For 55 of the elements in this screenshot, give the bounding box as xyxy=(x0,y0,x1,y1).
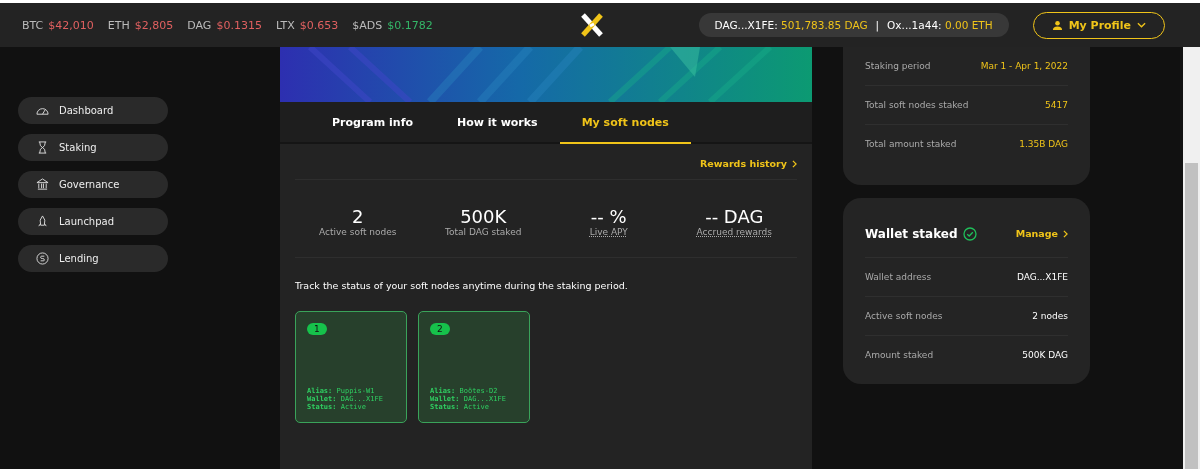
manage-link[interactable]: Manage xyxy=(1015,228,1068,239)
row-label: Total soft nodes staked xyxy=(865,100,969,110)
stat-value: -- DAG xyxy=(705,206,764,227)
stat-value: 500K xyxy=(460,206,507,227)
sidebar-item[interactable]: Governance xyxy=(18,171,168,198)
stat-label: Live APY xyxy=(589,227,628,237)
chevron-down-icon xyxy=(1137,22,1146,28)
row-label: Active soft nodes xyxy=(865,311,943,321)
ticker-symbol: DAG xyxy=(187,18,212,32)
ticker-price: $0.1315 xyxy=(216,18,262,32)
row-label: Staking period xyxy=(865,61,931,71)
ticker-symbol: $ADS xyxy=(352,18,383,32)
chevron-right-icon xyxy=(1063,229,1068,238)
coin-icon xyxy=(36,252,49,265)
row-value: 500K DAG xyxy=(1022,350,1068,360)
row-value: DAG...X1FE xyxy=(1016,272,1068,282)
row-value: 2 nodes xyxy=(1032,311,1068,321)
bank-icon xyxy=(36,178,49,191)
ticker-symbol: LTX xyxy=(275,18,295,32)
hourglass-icon xyxy=(36,141,49,154)
chevron-right-icon xyxy=(792,159,797,168)
scrollbar[interactable] xyxy=(1183,47,1200,469)
stat-label: Accrued rewards xyxy=(696,227,772,237)
ticker-symbol: BTC xyxy=(22,18,44,32)
rocket-icon xyxy=(36,215,49,228)
row-value: 1.35B DAG xyxy=(1019,139,1068,149)
tab[interactable]: My soft nodes xyxy=(559,102,691,144)
row-value: 5417 xyxy=(1045,100,1068,110)
row-label: Total amount staked xyxy=(865,139,957,149)
track-status-text: Track the status of your soft nodes anytime during the staking period. xyxy=(295,280,629,291)
stat-value: 2 xyxy=(352,206,364,227)
stat-label: Active soft nodes xyxy=(319,227,397,237)
logo-icon[interactable] xyxy=(580,13,604,37)
node-number-badge: 1 xyxy=(307,323,327,335)
sidebar-item[interactable]: Dashboard xyxy=(18,97,168,124)
wallet-staked-title: Wallet staked xyxy=(865,226,958,241)
wallet-balance-pill[interactable]: DAG...X1FE: 501,783.85 DAG | Ox...1a44: 0.00 ETH xyxy=(698,13,1009,37)
rewards-history-link[interactable]: Rewards history xyxy=(700,158,797,169)
ticker-price: $0.1782 xyxy=(387,18,433,32)
tab[interactable]: How it works xyxy=(435,102,560,144)
sidebar-item[interactable]: Staking xyxy=(18,134,168,161)
node-number-badge: 2 xyxy=(430,323,450,335)
person-icon xyxy=(1051,19,1063,31)
row-value: Mar 1 - Apr 1, 2022 xyxy=(980,61,1068,71)
ticker-price: $42,010 xyxy=(48,18,94,32)
row-label: Wallet address xyxy=(865,272,932,282)
sidebar-item[interactable]: Launchpad xyxy=(18,208,168,235)
ticker-price: $0.653 xyxy=(299,18,339,32)
ticker-price: $2,805 xyxy=(134,18,174,32)
sidebar-item[interactable]: Lending xyxy=(18,245,168,272)
tab[interactable]: Program info xyxy=(310,102,435,144)
stat-value: -- % xyxy=(590,206,627,227)
row-label: Amount staked xyxy=(865,350,934,360)
ticker-symbol: ETH xyxy=(107,18,130,32)
stat-label: Total DAG staked xyxy=(445,227,522,237)
